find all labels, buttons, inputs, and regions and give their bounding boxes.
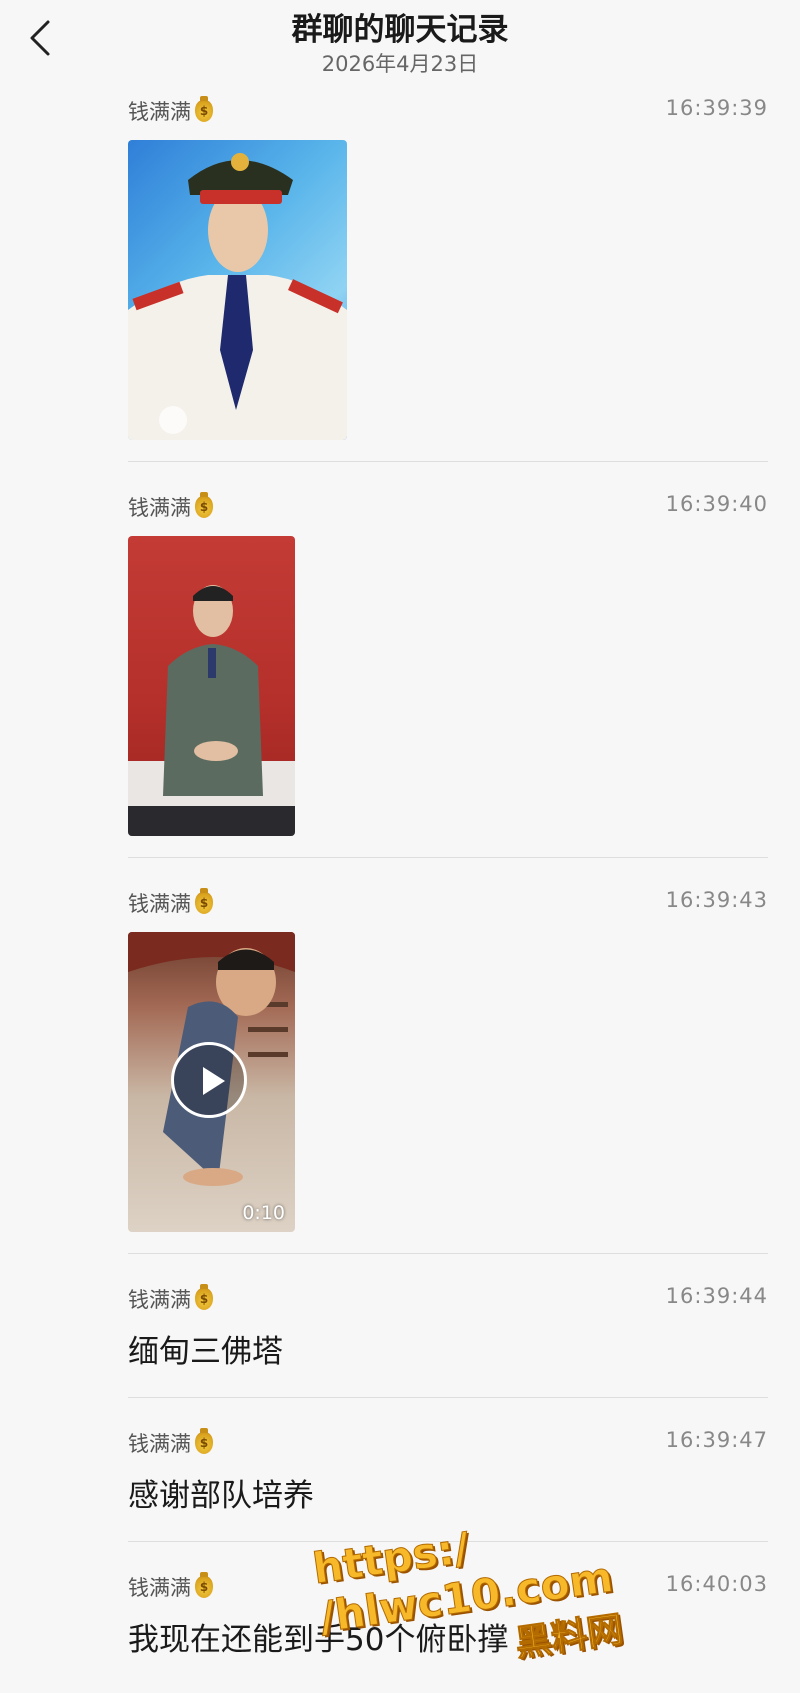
message-item: 钱满满 $ 16:39:44 缅甸三佛塔 [128, 1284, 768, 1371]
sender-name: 钱满满 $ [128, 1284, 213, 1314]
divider [128, 461, 768, 462]
message-text: 缅甸三佛塔 [128, 1334, 283, 1370]
money-bag-icon: $ [195, 1284, 213, 1310]
image-attachment[interactable] [128, 536, 295, 836]
divider [128, 1253, 768, 1254]
play-button[interactable] [171, 1042, 247, 1118]
divider [128, 857, 768, 858]
sender-name: 钱满满 $ [128, 1572, 213, 1602]
message-item: 钱满满 $ 16:39:39 [128, 96, 768, 440]
divider [128, 1397, 768, 1398]
message-time: 16:39:47 [665, 1428, 768, 1452]
photo-seated-soldier [128, 585, 295, 836]
sender-name: 钱满满 $ [128, 492, 213, 522]
message-time: 16:39:39 [665, 96, 768, 120]
message-item: 钱满满 $ 16:39:43 0:10 [128, 888, 768, 1232]
video-duration: 0:10 [242, 1202, 285, 1224]
money-bag-icon: $ [195, 1572, 213, 1598]
money-bag-icon: $ [195, 1428, 213, 1454]
photo-soldier-portrait [128, 153, 347, 440]
message-time: 16:39:44 [665, 1284, 768, 1308]
money-bag-icon: $ [195, 96, 213, 122]
page-date: 2026年4月23日 [321, 52, 479, 76]
header: 群聊的聊天记录 2026年4月23日 [0, 0, 800, 90]
page-title: 群聊的聊天记录 [291, 12, 509, 48]
sender-name: 钱满满 $ [128, 96, 213, 126]
message-time: 16:39:40 [665, 492, 768, 516]
sender-name: 钱满满 $ [128, 1428, 213, 1458]
message-time: 16:39:43 [665, 888, 768, 912]
money-bag-icon: $ [195, 888, 213, 914]
video-attachment[interactable]: 0:10 [128, 932, 295, 1232]
image-attachment[interactable] [128, 140, 347, 440]
money-bag-icon: $ [195, 492, 213, 518]
message-item: 钱满满 $ 16:39:40 [128, 492, 768, 836]
sender-name: 钱满满 $ [128, 888, 213, 918]
